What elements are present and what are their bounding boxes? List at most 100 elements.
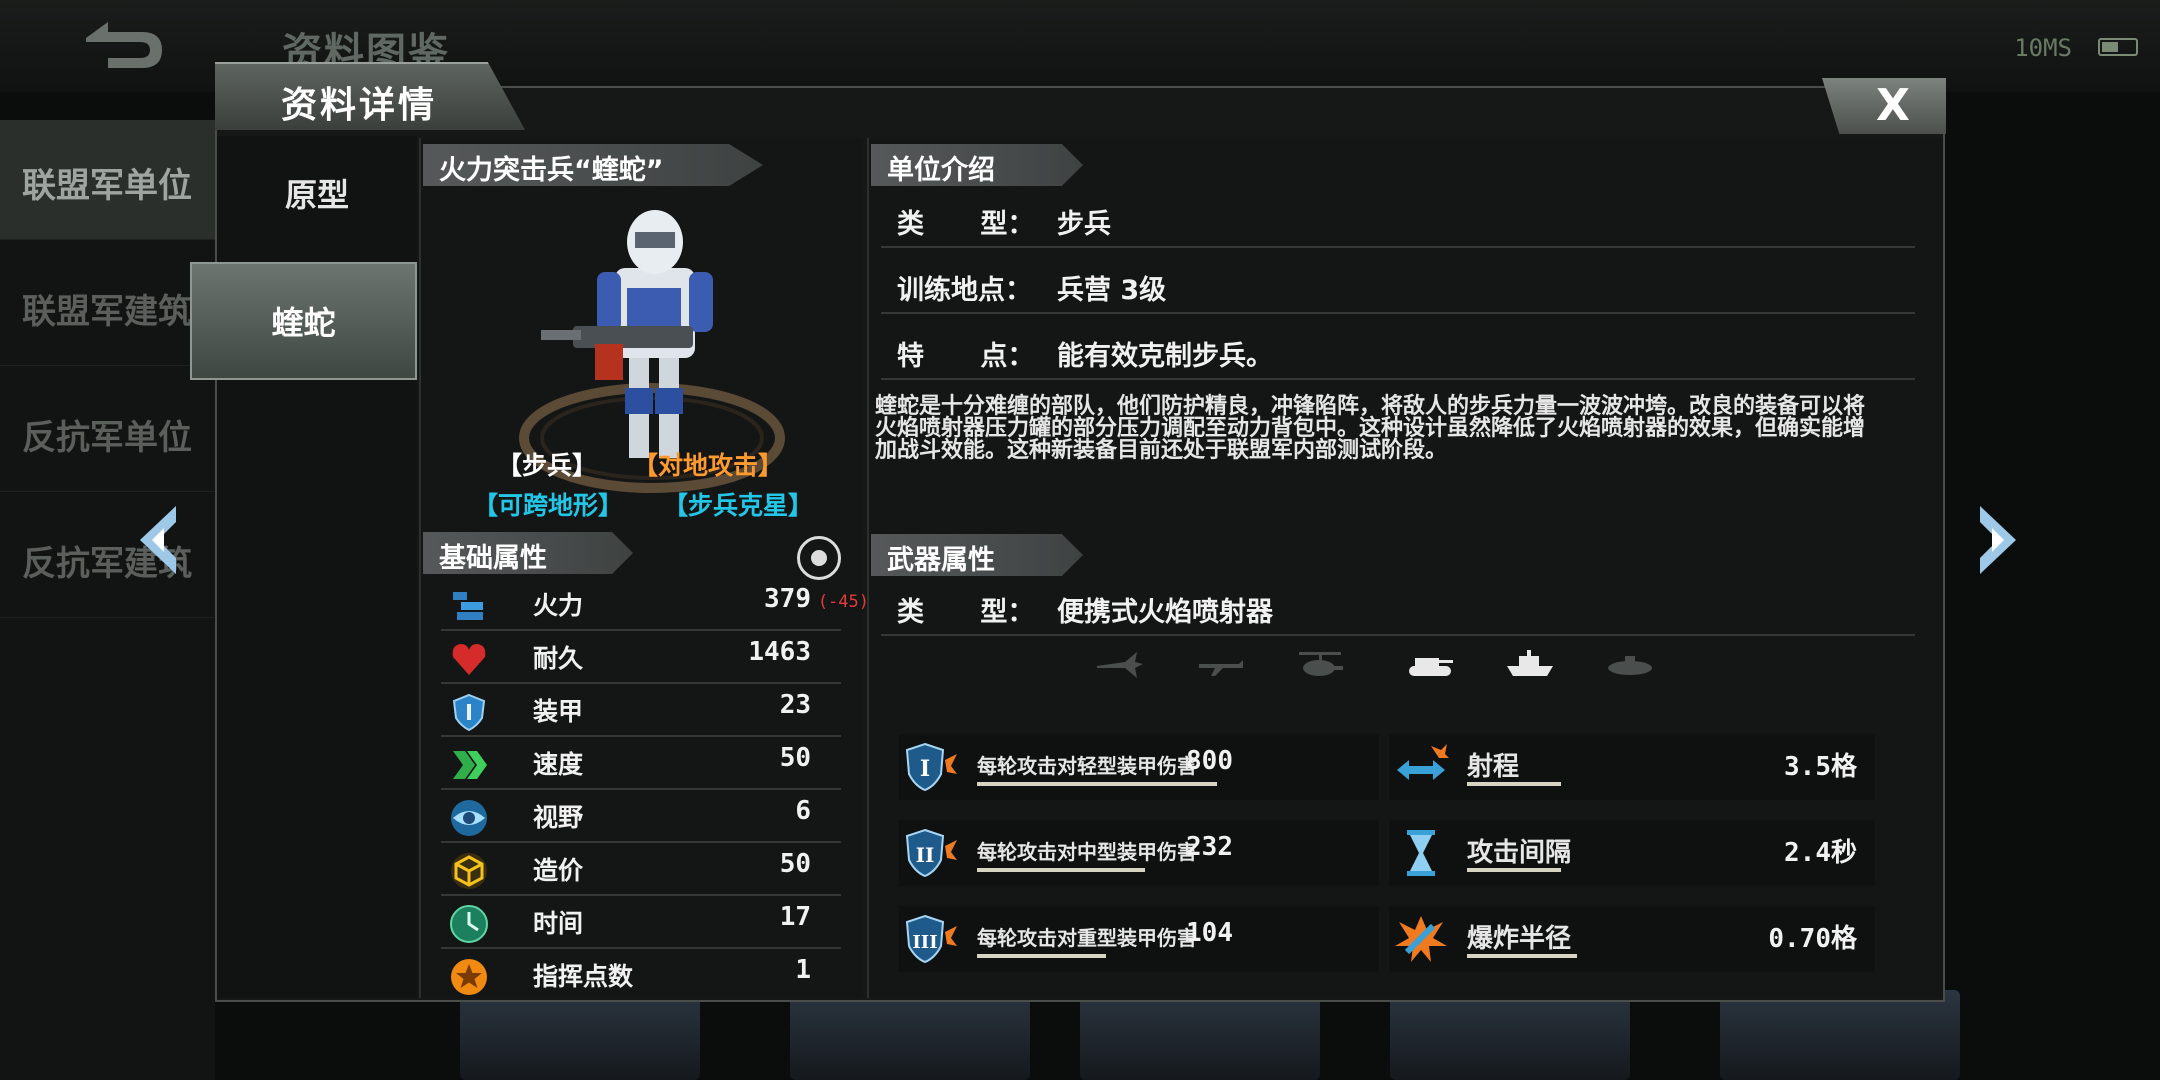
stat-row-firepower: 火力 379 (-45) [441, 578, 869, 631]
stat-row-speed: 速度 50 [441, 737, 841, 790]
light-armor-damage-icon: I [905, 742, 957, 792]
network-latency: 10MS [2014, 34, 2072, 62]
stat-label: 装甲 [533, 697, 584, 726]
weapon-stats-grid: I 每轮攻击对轻型装甲伤害 800 II 每轮攻击对中型装甲伤害 232 III… [899, 734, 1909, 1014]
weapon-stats-header: 武器属性 [871, 534, 1083, 576]
previous-arrow-icon[interactable] [126, 500, 186, 580]
damage-value: 232 [1186, 832, 1233, 862]
heavy-armor-damage-icon: III [905, 914, 957, 964]
variant-tabs: 原型 蝰蛇 [190, 136, 417, 998]
info-key: 类 型： [897, 209, 1035, 240]
next-arrow-icon[interactable] [1970, 500, 2030, 580]
info-key: 类 型： [897, 597, 1035, 628]
back-arrow-icon[interactable] [78, 18, 166, 76]
unit-intro-header: 单位介绍 [871, 144, 1083, 186]
damage-label: 每轮攻击对轻型装甲伤害 [977, 754, 1197, 778]
stat-row-command-points: 指挥点数 1 [441, 949, 841, 1002]
blast-radius: 爆炸半径 0.70格 [1389, 906, 1875, 972]
stat-value: 23 [779, 690, 811, 720]
shield-icon [452, 693, 486, 732]
stat-value: 1463 [748, 637, 811, 667]
stat-value: 17 [779, 902, 811, 932]
dialog-title-tab: 资料详情 [215, 62, 525, 130]
prop-underline [1467, 782, 1561, 786]
refresh-icon[interactable] [797, 536, 841, 580]
stat-label: 造价 [533, 856, 584, 885]
stat-row-durability: 耐久 1463 [441, 631, 841, 684]
info-row-type: 类 型： 步兵 [881, 192, 1915, 248]
cube-icon [451, 853, 487, 889]
svg-text:III: III [912, 932, 937, 953]
unit-thumbnail[interactable] [460, 990, 700, 1080]
stat-modifier: (-45) [817, 592, 869, 612]
battery-icon [2098, 38, 2138, 56]
tag-infantry-counter: 【步兵克星】 [663, 491, 814, 520]
hourglass-icon [1407, 830, 1435, 876]
speed-chevron-icon [453, 751, 487, 779]
weapon-range: 射程 3.5格 [1389, 734, 1875, 800]
dialog-title: 资料详情 [281, 85, 438, 126]
jet-icon [1097, 652, 1143, 678]
unit-intro-title: 单位介绍 [887, 155, 995, 186]
stat-value: 50 [779, 743, 811, 773]
tab-viper[interactable]: 蝰蛇 [190, 262, 417, 380]
info-key: 训练地点： [897, 275, 1032, 306]
tank-icon [1409, 658, 1453, 676]
prop-value: 0.70格 [1768, 924, 1857, 954]
medium-armor-damage-icon: II [905, 828, 957, 878]
base-stats-title: 基础属性 [439, 543, 547, 574]
plane-icon [1199, 660, 1243, 676]
stat-row-vision: 视野 6 [441, 790, 841, 843]
damage-label: 每轮攻击对中型装甲伤害 [977, 840, 1197, 864]
tag-ground-attack: 【对地攻击】 [633, 451, 784, 480]
tag-infantry: 【步兵】 [497, 451, 598, 480]
stat-label: 火力 [533, 591, 584, 620]
prop-underline [1467, 954, 1577, 958]
stat-row-armor: 装甲 23 [441, 684, 841, 737]
info-value: 步兵 [1057, 209, 1111, 240]
stat-value: 379 [764, 584, 811, 614]
damage-value: 800 [1186, 746, 1233, 776]
damage-light-armor: I 每轮攻击对轻型装甲伤害 800 [899, 734, 1379, 800]
clock-icon [450, 905, 488, 943]
info-row-training-location: 训练地点： 兵营 3级 [881, 258, 1915, 314]
weapon-type-row: 类 型： 便携式火焰喷射器 [881, 580, 1915, 636]
prop-label: 爆炸半径 [1467, 924, 1572, 954]
stat-value: 6 [795, 796, 811, 826]
star-icon [451, 959, 487, 995]
stat-row-cost: 造价 50 [441, 843, 841, 896]
stat-label: 时间 [533, 909, 584, 938]
range-arrows-icon [1397, 744, 1449, 780]
sidebar-item-allied-buildings[interactable]: 联盟军建筑 [0, 246, 215, 366]
stat-label: 速度 [533, 750, 584, 779]
blast-radius-icon [1395, 916, 1447, 962]
svg-text:II: II [916, 843, 935, 867]
stat-value: 50 [779, 849, 811, 879]
prop-value: 2.4秒 [1784, 838, 1857, 868]
prop-underline [1467, 868, 1561, 872]
info-panel: 单位介绍 类 型： 步兵 训练地点： 兵营 3级 特 点： 能有效克制步兵。 蝰… [867, 138, 1943, 998]
tag-all-terrain: 【可跨地形】 [473, 491, 624, 520]
damage-heavy-armor: III 每轮攻击对重型装甲伤害 104 [899, 906, 1379, 972]
stat-label: 视野 [533, 803, 584, 832]
damage-value: 104 [1186, 918, 1233, 948]
stat-label: 指挥点数 [533, 962, 634, 991]
base-stats-header: 基础属性 [423, 532, 633, 574]
damage-bar [977, 954, 1106, 958]
submarine-icon [1608, 656, 1652, 675]
stat-value: 1 [795, 955, 811, 985]
close-icon: X [1876, 80, 1910, 131]
ship-icon [1507, 650, 1553, 676]
unit-description: 蝰蛇是十分难缠的部队，他们防护精良，冲锋陷阵，将敌人的步兵力量一波波冲垮。改良的… [875, 394, 1866, 463]
close-button[interactable]: X [1822, 78, 1946, 134]
sidebar-item-allied-units[interactable]: 联盟军单位 [0, 120, 215, 240]
damage-medium-armor: II 每轮攻击对中型装甲伤害 232 [899, 820, 1379, 886]
firepower-icon [453, 592, 483, 620]
damage-label: 每轮攻击对重型装甲伤害 [977, 926, 1197, 950]
sidebar-item-rebel-units[interactable]: 反抗军单位 [0, 372, 215, 492]
damage-bar [977, 868, 1145, 872]
tab-prototype[interactable]: 原型 [217, 136, 417, 254]
target-type-icons [1095, 646, 1652, 686]
unit-name: 火力突击兵“蝰蛇” [439, 155, 664, 186]
svg-text:I: I [920, 756, 930, 782]
